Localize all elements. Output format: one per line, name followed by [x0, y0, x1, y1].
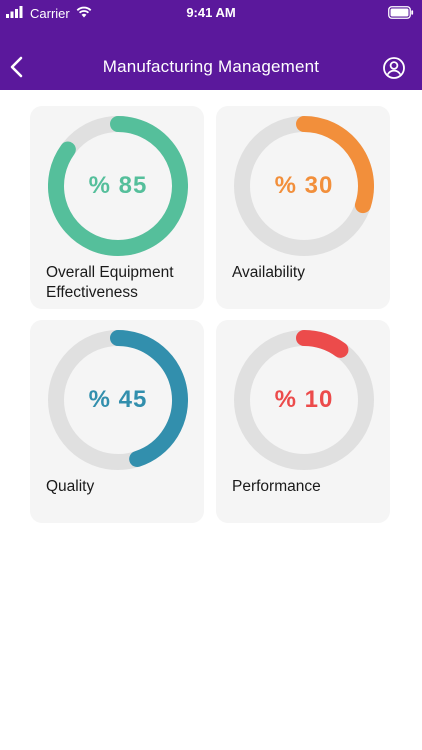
metric-card-performance[interactable]: % 10 Performance: [216, 320, 390, 523]
metric-percent: % 30: [274, 172, 334, 199]
metric-label: Overall Equipment Effectiveness: [46, 264, 174, 301]
metric-card-availability[interactable]: % 30 Availability: [216, 106, 390, 309]
nav-bar: Manufacturing Management: [0, 44, 422, 90]
metric-percent: % 85: [88, 172, 148, 199]
user-profile-icon: [383, 57, 405, 79]
metric-card-oee[interactable]: % 85 Overall Equipment Effectiveness: [30, 106, 204, 309]
status-bar: Carrier 9:41 AM: [0, 0, 422, 28]
metric-card-quality[interactable]: % 45 Quality: [30, 320, 204, 523]
page-title: Manufacturing Management: [102, 57, 320, 76]
profile-button[interactable]: [382, 56, 406, 80]
battery-icon: [388, 6, 414, 24]
metric-percent: % 45: [88, 386, 148, 413]
metric-label: Quality: [46, 478, 95, 495]
status-time: 9:41 AM: [186, 5, 236, 20]
metric-label: Performance: [232, 478, 321, 495]
metric-percent: % 10: [274, 386, 334, 413]
metric-label: Availability: [232, 264, 305, 281]
app-header: Carrier 9:41 AM Manufacturing Management: [0, 0, 422, 90]
